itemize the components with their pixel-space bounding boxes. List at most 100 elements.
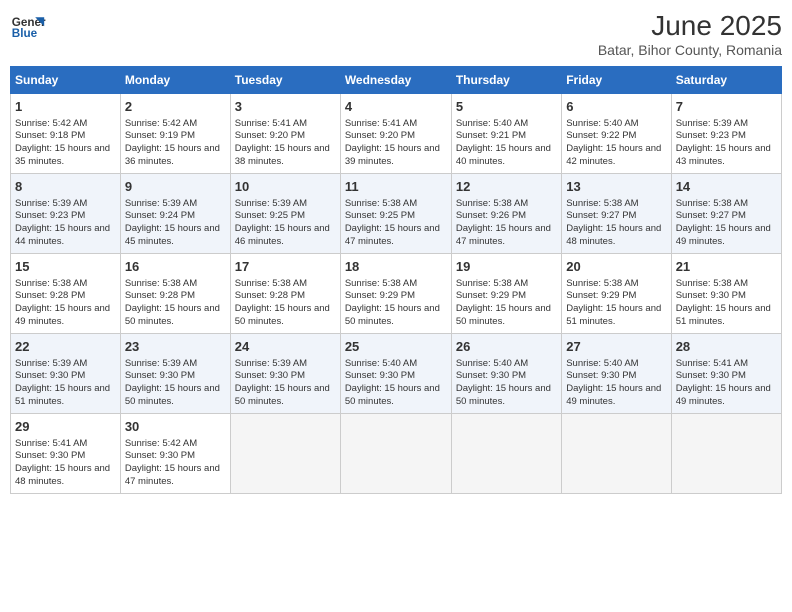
daylight-label: Daylight: 15 hours and 49 minutes. <box>566 383 661 407</box>
calendar-row: 22 Sunrise: 5:39 AM Sunset: 9:30 PM Dayligh… <box>11 334 782 414</box>
day-number: 28 <box>676 338 777 356</box>
sunrise-label: Sunrise: 5:40 AM <box>566 358 638 369</box>
daylight-label: Daylight: 15 hours and 50 minutes. <box>125 383 220 407</box>
sunset-label: Sunset: 9:29 PM <box>566 290 636 301</box>
daylight-label: Daylight: 15 hours and 49 minutes. <box>15 303 110 327</box>
daylight-label: Daylight: 15 hours and 40 minutes. <box>456 143 551 167</box>
table-row: 10Sunrise: 5:39 AMSunset: 9:25 PMDayligh… <box>230 174 340 254</box>
sunset-label: Sunset: 9:30 PM <box>566 370 636 381</box>
sunset-label: Sunset: 9:30 PM <box>676 290 746 301</box>
sunrise-label: Sunrise: 5:38 AM <box>566 278 638 289</box>
day-number: 19 <box>456 258 557 276</box>
daylight-label: Daylight: 15 hours and 51 minutes. <box>15 383 110 407</box>
daylight-label: Daylight: 15 hours and 46 minutes. <box>235 223 330 247</box>
sunrise-label: Sunrise: 5:38 AM <box>345 198 417 209</box>
table-row: 18Sunrise: 5:38 AMSunset: 9:29 PMDayligh… <box>340 254 451 334</box>
daylight-label: Daylight: 15 hours and 35 minutes. <box>15 143 110 167</box>
table-row: 9Sunrise: 5:39 AMSunset: 9:24 PMDaylight… <box>120 174 230 254</box>
daylight-label: Daylight: 15 hours and 50 minutes. <box>345 383 440 407</box>
day-number: 17 <box>235 258 336 276</box>
sunset-label: Sunset: 9:28 PM <box>235 290 305 301</box>
sunset-label: Sunset: 9:20 PM <box>345 130 415 141</box>
day-number: 16 <box>125 258 226 276</box>
table-row: 23Sunrise: 5:39 AMSunset: 9:30 PMDayligh… <box>120 334 230 414</box>
table-row: 13Sunrise: 5:38 AMSunset: 9:27 PMDayligh… <box>562 174 671 254</box>
table-row <box>451 414 561 494</box>
day-number: 27 <box>566 338 666 356</box>
table-row: 22Sunrise: 5:39 AMSunset: 9:30 PMDayligh… <box>11 334 121 414</box>
calendar-body: 1Sunrise: 5:42 AMSunset: 9:18 PMDaylight… <box>11 94 782 494</box>
table-row: 1Sunrise: 5:42 AMSunset: 9:18 PMDaylight… <box>11 94 121 174</box>
sunrise-label: Sunrise: 5:40 AM <box>566 118 638 129</box>
day-number: 7 <box>676 98 777 116</box>
day-number: 8 <box>15 178 116 196</box>
table-row: 19Sunrise: 5:38 AMSunset: 9:29 PMDayligh… <box>451 254 561 334</box>
sunrise-label: Sunrise: 5:39 AM <box>125 358 197 369</box>
sunset-label: Sunset: 9:28 PM <box>125 290 195 301</box>
daylight-label: Daylight: 15 hours and 50 minutes. <box>345 303 440 327</box>
table-row <box>562 414 671 494</box>
sunrise-label: Sunrise: 5:38 AM <box>235 278 307 289</box>
sunrise-label: Sunrise: 5:41 AM <box>345 118 417 129</box>
header-monday: Monday <box>120 67 230 94</box>
table-row <box>230 414 340 494</box>
sunrise-label: Sunrise: 5:38 AM <box>676 278 748 289</box>
sunrise-label: Sunrise: 5:39 AM <box>125 198 197 209</box>
day-number: 24 <box>235 338 336 356</box>
header-saturday: Saturday <box>671 67 781 94</box>
daylight-label: Daylight: 15 hours and 50 minutes. <box>456 303 551 327</box>
header-tuesday: Tuesday <box>230 67 340 94</box>
daylight-label: Daylight: 15 hours and 50 minutes. <box>456 383 551 407</box>
table-row: 24Sunrise: 5:39 AMSunset: 9:30 PMDayligh… <box>230 334 340 414</box>
table-row: 21Sunrise: 5:38 AMSunset: 9:30 PMDayligh… <box>671 254 781 334</box>
table-row: 17 Sunrise: 5:38 AMSunset: 9:28 PM Dayligh… <box>230 254 340 334</box>
daylight-label: Daylight: 15 hours and 47 minutes. <box>345 223 440 247</box>
daylight-label: Daylight: 15 hours and 48 minutes. <box>566 223 661 247</box>
calendar-subtitle: Batar, Bihor County, Romania <box>598 42 782 58</box>
sunrise-label: Sunrise: 5:41 AM <box>676 358 748 369</box>
sunset-label: Sunset: 9:25 PM <box>235 210 305 221</box>
sunrise-label: Sunrise: 5:38 AM <box>566 198 638 209</box>
day-number: 18 <box>345 258 447 276</box>
day-number: 22 <box>15 338 116 356</box>
sunset-label: Sunset: 9:30 PM <box>125 450 195 461</box>
header-wednesday: Wednesday <box>340 67 451 94</box>
header-friday: Friday <box>562 67 671 94</box>
sunset-label: Sunset: 9:23 PM <box>15 210 85 221</box>
table-row: 2Sunrise: 5:42 AMSunset: 9:19 PMDaylight… <box>120 94 230 174</box>
sunset-label: Sunset: 9:30 PM <box>676 370 746 381</box>
daylight-label: Daylight: 15 hours and 47 minutes. <box>125 463 220 487</box>
sunrise-label: Sunrise: 5:40 AM <box>456 118 528 129</box>
table-row <box>671 414 781 494</box>
sunset-label: Sunset: 9:30 PM <box>15 450 85 461</box>
weekday-header-row: Sunday Monday Tuesday Wednesday Thursday… <box>11 67 782 94</box>
table-row: 15 Sunrise: 5:38 AMSunset: 9:28 PM Dayligh… <box>11 254 121 334</box>
calendar-table: Sunday Monday Tuesday Wednesday Thursday… <box>10 66 782 494</box>
sunset-label: Sunset: 9:30 PM <box>456 370 526 381</box>
daylight-label: Daylight: 15 hours and 49 minutes. <box>676 223 771 247</box>
sunset-label: Sunset: 9:20 PM <box>235 130 305 141</box>
daylight-label: Daylight: 15 hours and 50 minutes. <box>235 303 330 327</box>
sunset-label: Sunset: 9:28 PM <box>15 290 85 301</box>
day-number: 10 <box>235 178 336 196</box>
sunrise-label: Sunrise: 5:38 AM <box>456 278 528 289</box>
sunrise-label: Sunrise: 5:38 AM <box>15 278 87 289</box>
sunrise-label: Sunrise: 5:39 AM <box>15 198 87 209</box>
day-number: 15 <box>15 258 116 276</box>
daylight-label: Daylight: 15 hours and 44 minutes. <box>15 223 110 247</box>
sunset-label: Sunset: 9:26 PM <box>456 210 526 221</box>
sunset-label: Sunset: 9:22 PM <box>566 130 636 141</box>
daylight-label: Daylight: 15 hours and 38 minutes. <box>235 143 330 167</box>
daylight-label: Daylight: 15 hours and 51 minutes. <box>676 303 771 327</box>
calendar-row: 15Sunrise: 5:38 AMSunset: 9:28 PMDayligh… <box>11 254 782 334</box>
table-row: 28Sunrise: 5:41 AMSunset: 9:30 PMDayligh… <box>671 334 781 414</box>
table-row: 12Sunrise: 5:38 AMSunset: 9:26 PMDayligh… <box>451 174 561 254</box>
sunset-label: Sunset: 9:30 PM <box>15 370 85 381</box>
day-number: 29 <box>15 418 116 436</box>
calendar-row: 8Sunrise: 5:39 AMSunset: 9:23 PMDaylight… <box>11 174 782 254</box>
daylight-label: Daylight: 15 hours and 39 minutes. <box>345 143 440 167</box>
day-number: 25 <box>345 338 447 356</box>
day-number: 20 <box>566 258 666 276</box>
calendar-title: June 2025 <box>598 10 782 42</box>
daylight-label: Daylight: 15 hours and 45 minutes. <box>125 223 220 247</box>
